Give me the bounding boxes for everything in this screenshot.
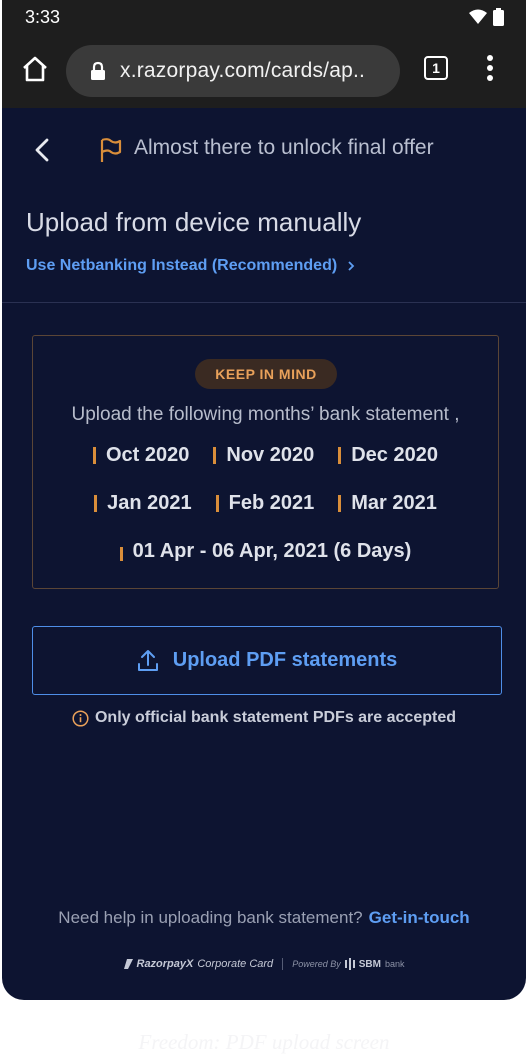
month-item: Feb 2021 bbox=[215, 492, 315, 515]
caption: Freedom: PDF upload screen bbox=[138, 1030, 390, 1054]
upload-note-text: Only official bank statement PDFs are ac… bbox=[94, 709, 456, 726]
url-text: x.razorpay.com/cards/ap.. bbox=[120, 59, 366, 82]
page-title: Upload from device manually bbox=[26, 207, 362, 237]
brand-name: RazorpayX bbox=[136, 958, 194, 970]
phone-screen: 3:33 x.razorpay.com/cards/ap.. 1 Almost … bbox=[2, 0, 526, 1000]
instruction-text: Upload the following months’ bank statem… bbox=[71, 404, 460, 425]
month-item: Dec 2020 bbox=[338, 444, 438, 467]
month-label: Feb 2021 bbox=[228, 492, 315, 514]
partner-name: SBM bbox=[358, 958, 381, 970]
partner-suffix: bank bbox=[384, 959, 405, 969]
page-header: Almost there to unlock final offer bbox=[2, 108, 526, 190]
month-marker bbox=[213, 447, 217, 464]
battery-icon bbox=[493, 8, 504, 26]
get-in-touch-link[interactable]: Get-in-touch bbox=[369, 908, 470, 927]
back-arrow-icon[interactable] bbox=[32, 136, 54, 164]
upload-icon bbox=[137, 649, 158, 671]
month-marker bbox=[338, 495, 342, 512]
address-bar[interactable]: x.razorpay.com/cards/ap.. bbox=[66, 45, 400, 97]
upload-pdf-button[interactable]: Upload PDF statements bbox=[32, 626, 502, 695]
month-item: Nov 2020 bbox=[213, 444, 314, 467]
months-row-3: 01 Apr - 06 Apr, 2021 (6 Days) bbox=[33, 540, 498, 563]
partial-month-label: 01 Apr - 06 Apr, 2021 (6 Days) bbox=[132, 540, 412, 562]
powered-by-text: Powered By bbox=[292, 959, 341, 969]
flag-icon bbox=[100, 138, 122, 162]
status-bar: 3:33 bbox=[2, 0, 526, 34]
month-label: Nov 2020 bbox=[226, 444, 315, 466]
footer-branding: RazorpayX Corporate Card Powered By SBM … bbox=[2, 958, 526, 970]
sbm-logo-icon bbox=[344, 958, 355, 970]
chevron-right-icon bbox=[348, 261, 355, 271]
lock-icon bbox=[91, 61, 105, 80]
home-icon[interactable] bbox=[20, 54, 50, 84]
razorpay-logo-icon bbox=[123, 959, 133, 969]
month-label: Jan 2021 bbox=[107, 492, 192, 514]
month-item: Jan 2021 bbox=[94, 492, 192, 515]
month-marker bbox=[119, 546, 123, 561]
months-row-2: Jan 2021 Feb 2021 Mar 2021 bbox=[33, 492, 498, 515]
divider bbox=[2, 302, 526, 303]
product-name: Corporate Card bbox=[197, 958, 274, 970]
help-text: Need help in uploading bank statement? bbox=[58, 908, 363, 927]
month-marker bbox=[215, 495, 219, 512]
wifi-icon bbox=[469, 9, 487, 24]
info-icon bbox=[72, 709, 89, 727]
browser-toolbar: x.razorpay.com/cards/ap.. 1 bbox=[2, 34, 526, 108]
netbanking-link[interactable]: Use Netbanking Instead (Recommended) bbox=[26, 257, 355, 275]
month-label: Oct 2020 bbox=[106, 444, 190, 466]
netbanking-link-label: Use Netbanking Instead (Recommended) bbox=[26, 257, 338, 274]
header-title: Almost there to unlock final offer bbox=[134, 136, 434, 159]
month-item: Oct 2020 bbox=[93, 444, 189, 467]
month-item: Mar 2021 bbox=[338, 492, 437, 515]
month-marker bbox=[94, 495, 98, 512]
keep-in-mind-badge: KEEP IN MIND bbox=[195, 359, 337, 389]
footer-separator bbox=[282, 958, 284, 970]
status-icons bbox=[469, 8, 504, 26]
status-time: 3:33 bbox=[25, 7, 61, 27]
month-label: Dec 2020 bbox=[351, 444, 438, 466]
month-label: Mar 2021 bbox=[351, 492, 437, 514]
upload-button-label: Upload PDF statements bbox=[172, 649, 398, 671]
partial-month-item: 01 Apr - 06 Apr, 2021 (6 Days) bbox=[119, 540, 412, 563]
help-line: Need help in uploading bank statement? Ge… bbox=[2, 908, 526, 928]
months-row-1: Oct 2020 Nov 2020 Dec 2020 bbox=[33, 444, 498, 467]
tab-switcher-button[interactable]: 1 bbox=[424, 56, 448, 80]
more-vert-icon[interactable] bbox=[480, 53, 500, 83]
upload-note: Only official bank statement PDFs are ac… bbox=[2, 709, 526, 727]
month-marker bbox=[93, 447, 96, 464]
month-marker bbox=[338, 447, 342, 464]
keep-in-mind-card: KEEP IN MIND Upload the following months… bbox=[32, 335, 499, 589]
